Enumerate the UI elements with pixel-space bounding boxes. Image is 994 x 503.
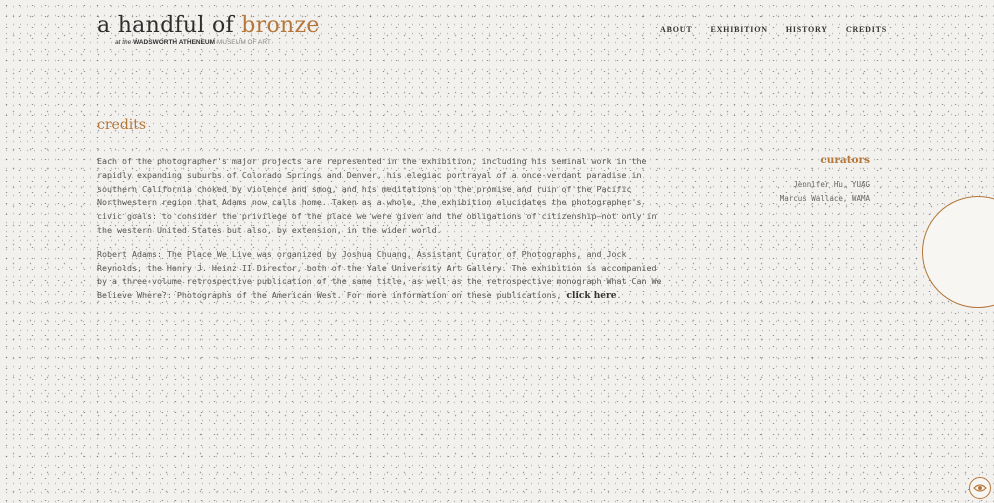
curators-panel: curators Jennifer Hu, YUAG Marcus Wallac… bbox=[780, 154, 870, 206]
logo-title: a handful of bronze bbox=[97, 14, 320, 38]
page-title: credits bbox=[97, 117, 147, 133]
curators-title: curators bbox=[820, 154, 870, 166]
decorative-circle bbox=[922, 196, 994, 308]
nav-history[interactable]: HISTORY bbox=[786, 25, 828, 34]
curator-name: Jennifer Hu, YUAG bbox=[793, 180, 870, 189]
nav-exhibition[interactable]: EXHIBITION bbox=[710, 25, 767, 34]
credits-content: Each of the photographer's major project… bbox=[97, 155, 667, 314]
credits-paragraph-2: Robert Adams: The Place We Live was orga… bbox=[97, 248, 667, 304]
nav-credits[interactable]: CREDITS bbox=[846, 25, 887, 34]
view-toggle-button[interactable] bbox=[969, 477, 991, 499]
logo-sub-prefix: at the bbox=[115, 39, 134, 46]
logo-subtitle: at the WADSWORTH ATHENEUM MUSEUM OF ART bbox=[115, 39, 320, 46]
credits-paragraph-2-end: . bbox=[616, 290, 622, 301]
nav-about[interactable]: ABOUT bbox=[660, 25, 692, 34]
curator-name: Marcus Wallace, WAMA bbox=[779, 194, 870, 203]
main-nav: ABOUT EXHIBITION HISTORY CREDITS bbox=[660, 25, 887, 34]
eye-icon bbox=[973, 484, 987, 492]
logo-sub-suffix: MUSEUM OF ART bbox=[215, 39, 271, 46]
logo-title-accent: bronze bbox=[241, 13, 320, 38]
site-logo[interactable]: a handful of bronze at the WADSWORTH ATH… bbox=[97, 14, 320, 47]
logo-sub-museum: WADSWORTH ATHENEUM bbox=[133, 39, 216, 46]
publications-link[interactable]: click here bbox=[567, 291, 617, 301]
logo-title-main: a handful of bbox=[97, 13, 242, 38]
credits-paragraph-1: Each of the photographer's major project… bbox=[97, 156, 657, 235]
